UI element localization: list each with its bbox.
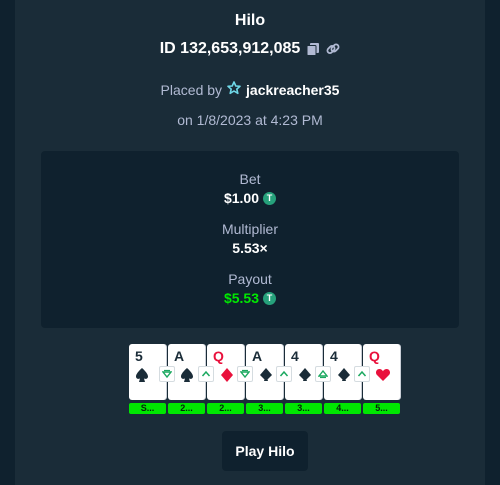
multiplier-stat: Multiplier 5.53× <box>41 221 459 256</box>
card-history: 5 S... A 2... Q 2... A 3... 4 3... 4 4..… <box>129 344 401 414</box>
higher-guess-icon <box>276 366 292 382</box>
bet-stat: Bet $1.00 T <box>41 171 459 206</box>
bet-id: ID 132,653,912,085 <box>159 40 301 57</box>
bet-value-row: $1.00 T <box>41 190 459 206</box>
multiplier-value: 5.53× <box>232 240 268 256</box>
copy-icon[interactable] <box>306 42 320 56</box>
username[interactable]: jackreacher35 <box>246 82 339 98</box>
multiplier-label: Multiplier <box>221 221 278 237</box>
play-hilo-button[interactable]: Play Hilo <box>222 431 308 471</box>
tether-coin-icon: T <box>263 291 277 305</box>
payout-stat: Payout $5.53 T <box>41 271 459 306</box>
club-icon <box>299 368 311 381</box>
bet-details-modal: Hilo ID 132,653,912,085 Placed by jackre… <box>15 0 485 485</box>
spade-icon <box>136 368 148 382</box>
placed-by-label: Placed by <box>160 81 223 98</box>
same-or-higher-guess-icon <box>315 366 331 382</box>
multiplier-value-row: 5.53× <box>41 240 459 256</box>
multiplier-badge: 4... <box>324 403 361 414</box>
multiplier-badge: S... <box>129 403 166 414</box>
bet-stats-panel: Bet $1.00 T Multiplier 5.53× Payout $5.5… <box>41 151 459 328</box>
payout-label: Payout <box>228 271 272 287</box>
bet-value: $1.00 <box>223 190 260 206</box>
card-rank: A <box>252 348 263 364</box>
payout-value-row: $5.53 T <box>41 290 459 306</box>
multiplier-badge: 5... <box>363 403 400 414</box>
card-rank: 4 <box>291 348 299 364</box>
heart-icon <box>375 369 391 381</box>
card-rank: Q <box>213 348 224 364</box>
club-icon <box>260 368 272 381</box>
multiplier-badge: 3... <box>285 403 322 414</box>
tether-coin-icon: T <box>263 191 277 205</box>
multiplier-badge: 2... <box>168 403 205 414</box>
card-rank: Q <box>369 348 380 364</box>
link-icon[interactable] <box>326 42 340 56</box>
diamond-icon <box>221 368 233 382</box>
club-icon <box>338 368 350 381</box>
multiplier-badge: 2... <box>207 403 244 414</box>
higher-guess-icon <box>198 366 214 382</box>
spade-icon <box>181 368 193 382</box>
lower-guess-icon <box>237 366 253 382</box>
vip-star-icon <box>227 81 241 98</box>
bet-id-row: ID 132,653,912,085 <box>15 40 485 58</box>
payout-value: $5.53 <box>223 290 260 306</box>
card-rank: 5 <box>135 348 143 364</box>
higher-guess-icon <box>354 366 370 382</box>
bet-label: Bet <box>239 171 261 187</box>
placed-by-row: Placed by jackreacher35 <box>15 81 485 98</box>
game-title: Hilo <box>234 12 266 29</box>
card-rank: A <box>174 348 185 364</box>
bet-date: on 1/8/2023 at 4:23 PM <box>177 112 323 128</box>
multiplier-badge: 3... <box>246 403 283 414</box>
lower-guess-icon <box>159 366 175 382</box>
card-rank: 4 <box>330 348 338 364</box>
